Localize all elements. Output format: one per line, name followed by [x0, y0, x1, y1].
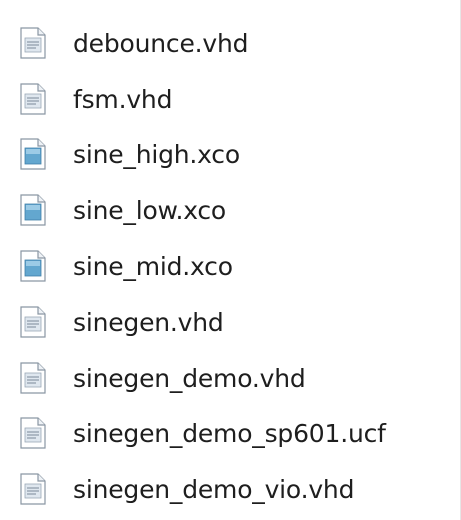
- text-file-icon: [20, 362, 46, 394]
- file-name: sinegen_demo_sp601.ucf: [73, 418, 386, 448]
- file-item-sine-high-xco[interactable]: sine_high.xco: [20, 134, 440, 174]
- file-name: fsm.vhd: [73, 84, 173, 114]
- file-item-sinegen-vhd[interactable]: sinegen.vhd: [20, 302, 440, 342]
- file-item-sinegen-demo-sp601-ucf[interactable]: sinegen_demo_sp601.ucf: [20, 413, 440, 453]
- file-item-sinegen-demo-vhd[interactable]: sinegen_demo.vhd: [20, 358, 440, 398]
- blue-file-icon: [20, 194, 46, 226]
- text-file-icon: [20, 417, 46, 449]
- file-item-debounce-vhd[interactable]: debounce.vhd: [20, 23, 440, 63]
- file-list: debounce.vhd fsm.vhd sine_high.xco sine_…: [0, 0, 461, 520]
- text-file-icon: [20, 306, 46, 338]
- file-name: sinegen_demo.vhd: [73, 363, 306, 393]
- text-file-icon: [20, 27, 46, 59]
- file-name: sine_mid.xco: [73, 251, 233, 281]
- file-name: sine_high.xco: [73, 139, 240, 169]
- blue-file-icon: [20, 138, 46, 170]
- file-name: sinegen_demo_vio.vhd: [73, 474, 355, 504]
- file-name: sinegen.vhd: [73, 307, 224, 337]
- text-file-icon: [20, 473, 46, 505]
- file-item-fsm-vhd[interactable]: fsm.vhd: [20, 79, 440, 119]
- file-name: sine_low.xco: [73, 195, 227, 225]
- file-name: debounce.vhd: [73, 28, 249, 58]
- text-file-icon: [20, 83, 46, 115]
- file-item-sine-mid-xco[interactable]: sine_mid.xco: [20, 246, 440, 286]
- file-item-sinegen-demo-vio-vhd[interactable]: sinegen_demo_vio.vhd: [20, 469, 440, 509]
- blue-file-icon: [20, 250, 46, 282]
- file-item-sine-low-xco[interactable]: sine_low.xco: [20, 190, 440, 230]
